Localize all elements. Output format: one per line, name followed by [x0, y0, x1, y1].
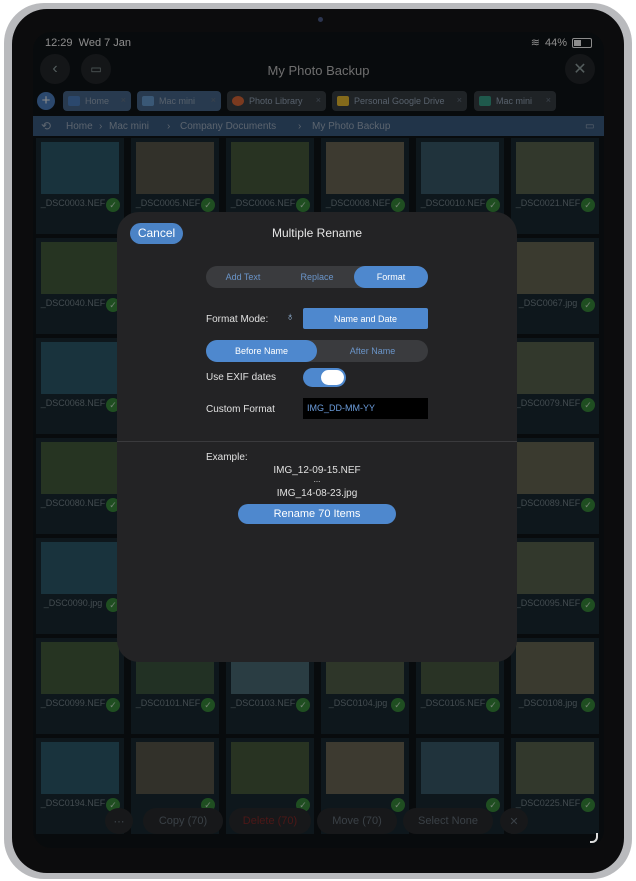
tab-replace[interactable]: Replace — [280, 266, 354, 288]
camera-dot — [318, 17, 323, 22]
rename-dialog: Cancel Multiple Rename Add Text Replace … — [117, 212, 517, 662]
format-mode-label: Format Mode: — [206, 314, 269, 325]
custom-format-label: Custom Format — [206, 404, 275, 415]
tab-format[interactable]: Format — [354, 266, 428, 288]
dialog-title: Multiple Rename — [271, 226, 363, 240]
custom-format-input[interactable]: IMG_DD-MM-YY — [303, 398, 428, 419]
example-last: IMG_14-08-23.jpg — [276, 488, 358, 499]
lightbulb-icon[interactable]: ♁ — [286, 311, 296, 325]
rename-mode-selector: Add Text Replace Format — [206, 266, 428, 288]
screen: 12:29 Wed 7 Jan ≋ 44% ‹ ▭ My Photo Backu… — [33, 32, 604, 848]
format-mode-select[interactable]: Name and Date — [303, 308, 428, 329]
divider — [117, 441, 517, 442]
example-ellipsis: ... — [313, 475, 321, 484]
example-label: Example: — [206, 452, 248, 463]
tab-after-name[interactable]: After Name — [317, 340, 428, 362]
rename-items-button[interactable]: Rename 70 Items — [238, 504, 396, 524]
tab-before-name[interactable]: Before Name — [206, 340, 317, 362]
exif-toggle[interactable] — [303, 368, 346, 387]
exif-label: Use EXIF dates — [206, 372, 277, 383]
tab-add-text[interactable]: Add Text — [206, 266, 280, 288]
position-selector: Before Name After Name — [206, 340, 428, 362]
